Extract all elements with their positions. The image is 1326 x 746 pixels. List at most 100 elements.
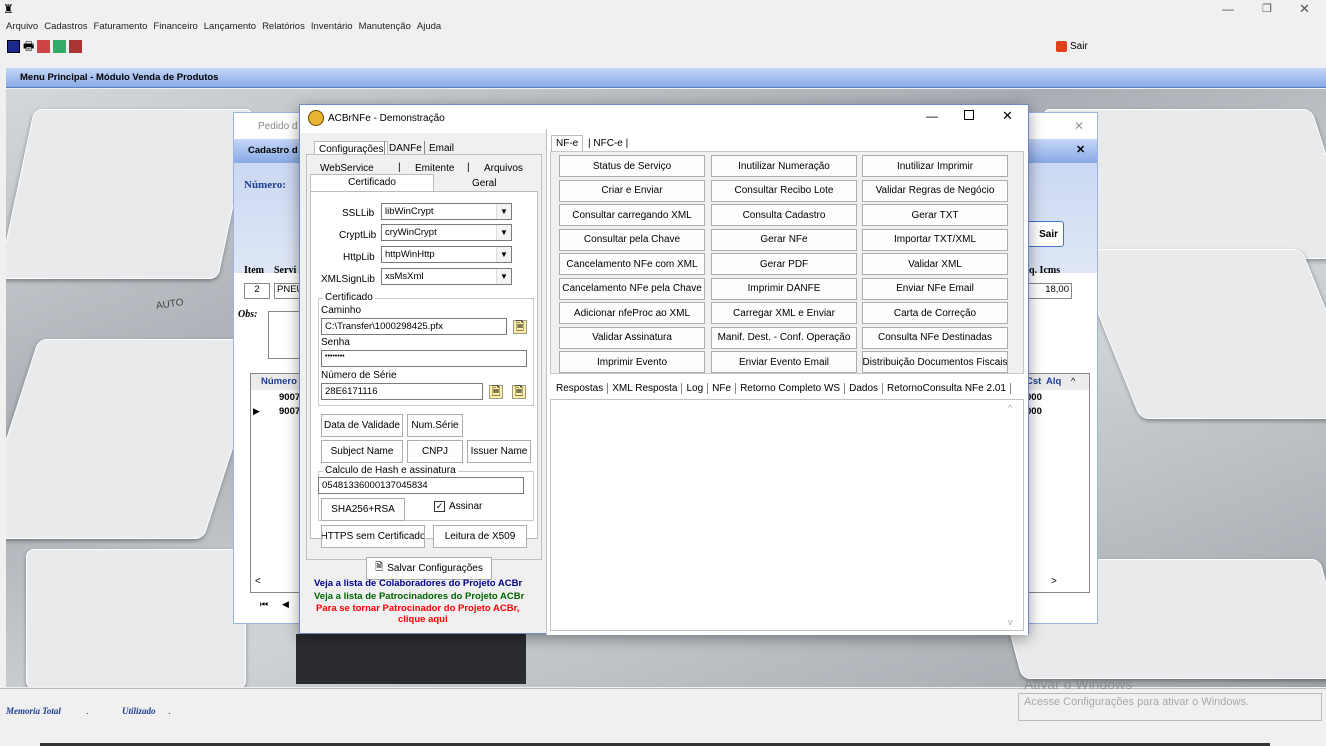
order-grid-row1[interactable]: 9007 — [279, 392, 300, 403]
nfe-action-button-4-1[interactable]: Gerar PDF — [711, 253, 857, 275]
httplib-select[interactable]: httpWinHttp ▼ — [381, 246, 512, 263]
menu-item-3[interactable]: Financeiro — [153, 21, 197, 32]
nfe-action-button-1-2[interactable]: Validar Regras de Negócio — [862, 179, 1008, 202]
nfe-action-button-1-0[interactable]: Criar e Enviar — [559, 179, 705, 202]
menu-item-7[interactable]: Manutenção — [359, 21, 411, 32]
nfe-action-button-0-1[interactable]: Inutilizar Numeração — [711, 155, 857, 177]
response-scroll-down-icon[interactable]: v — [1008, 617, 1013, 627]
response-tab-4[interactable]: Retorno Completo WS — [736, 383, 846, 394]
select-certificate-icon[interactable]: 🗎 — [489, 385, 503, 399]
menu-item-1[interactable]: Cadastros — [44, 21, 87, 32]
response-tab-3[interactable]: NFe — [708, 383, 737, 394]
nfe-action-button-7-1[interactable]: Manif. Dest. - Conf. Operação — [711, 326, 857, 349]
nfe-action-button-8-2[interactable]: Distribuição Documentos Fiscais — [862, 351, 1008, 373]
leitura-x509-button[interactable]: Leitura de X509 — [433, 525, 527, 548]
nfe-action-button-7-2[interactable]: Consulta NFe Destinadas — [862, 326, 1008, 349]
browse-file-icon[interactable]: 🗎 — [513, 320, 527, 334]
tab-arquivos[interactable]: Arquivos — [484, 163, 523, 174]
order-sair-button[interactable]: Sair — [1024, 221, 1064, 247]
print-icon[interactable]: 🖶 — [23, 40, 34, 53]
nfe-action-button-6-2[interactable]: Carta de Correção — [862, 302, 1008, 324]
cnpj-button[interactable]: CNPJ — [407, 440, 463, 463]
nfe-action-button-2-0[interactable]: Consultar carregando XML — [559, 204, 705, 226]
dialog-minimize-icon[interactable]: — — [926, 109, 938, 123]
salvar-configuracoes-button[interactable]: 🗎 Salvar Configurações — [366, 557, 492, 580]
exit-button[interactable]: Sair — [1056, 41, 1088, 52]
ssllib-select[interactable]: libWinCrypt ▼ — [381, 203, 512, 220]
subject-name-button[interactable]: Subject Name — [321, 440, 403, 463]
caminho-field[interactable]: C:\Transfer\1000298425.pfx — [321, 318, 507, 335]
nfe-action-button-2-1[interactable]: Consulta Cadastro — [711, 204, 857, 226]
response-textarea[interactable] — [550, 399, 1024, 631]
numero-serie-field[interactable]: 28E6171116 — [321, 383, 483, 400]
tab-nfce[interactable]: | NFC-e | — [588, 138, 628, 149]
scroll-right-icon[interactable]: > — [1051, 576, 1057, 587]
order-icms-value[interactable]: 18,00 — [1024, 283, 1072, 299]
response-tab-2[interactable]: Log — [682, 383, 709, 394]
nfe-action-button-0-2[interactable]: Inutilizar Imprimir — [862, 155, 1008, 177]
nav-prev-icon[interactable]: ◀ — [282, 599, 289, 610]
response-tab-0[interactable]: Respostas — [552, 383, 609, 394]
nfe-action-button-5-2[interactable]: Enviar NFe Email — [862, 277, 1008, 300]
order-form-close-icon[interactable]: ✕ — [1074, 119, 1084, 133]
nav-first-icon[interactable]: ⏮ — [260, 599, 268, 610]
nfe-action-button-1-1[interactable]: Consultar Recibo Lote — [711, 179, 857, 202]
response-tab-5[interactable]: Dados — [845, 383, 884, 394]
link-tornar-patrocinador[interactable]: Para se tornar Patrocinador do Projeto A… — [316, 603, 519, 614]
tab-webservice[interactable]: WebService — [320, 163, 374, 174]
nfe-action-button-4-2[interactable]: Validar XML — [862, 253, 1008, 275]
response-scroll-up-icon[interactable]: ^ — [1008, 403, 1012, 413]
nfe-action-button-5-0[interactable]: Cancelamento NFe pela Chave — [559, 277, 705, 300]
certificate-info-icon[interactable]: 🗎 — [512, 385, 526, 399]
nfe-action-button-2-2[interactable]: Gerar TXT — [862, 204, 1008, 226]
nfe-action-button-4-0[interactable]: Cancelamento NFe com XML — [559, 253, 705, 275]
restore-icon[interactable]: ❐ — [1262, 2, 1272, 15]
sha256-rsa-button[interactable]: SHA256+RSA — [321, 498, 405, 521]
nfe-action-button-0-0[interactable]: Status de Serviço — [559, 155, 705, 177]
dialog-close-icon[interactable]: ✕ — [1002, 108, 1013, 124]
menu-item-6[interactable]: Inventário — [311, 21, 353, 32]
tab-nfe[interactable]: NF-e — [551, 135, 584, 151]
cryptlib-select[interactable]: cryWinCrypt ▼ — [381, 224, 512, 241]
menu-item-4[interactable]: Lançamento — [204, 21, 256, 32]
hash-field[interactable]: 05481336000137045834 — [318, 477, 524, 494]
order-inner-close-icon[interactable]: ✕ — [1076, 143, 1085, 156]
order-grid-row2[interactable]: 9007 — [279, 406, 300, 417]
nfe-action-button-8-0[interactable]: Imprimir Evento — [559, 351, 705, 373]
nfe-action-button-7-0[interactable]: Validar Assinatura — [559, 326, 705, 349]
response-tab-1[interactable]: XML Resposta — [608, 383, 683, 394]
dialog-maximize-icon[interactable] — [964, 110, 974, 120]
data-validade-button[interactable]: Data de Validade — [321, 414, 403, 437]
nfe-action-button-6-1[interactable]: Carregar XML e Enviar — [711, 302, 857, 324]
issuer-name-button[interactable]: Issuer Name — [467, 440, 531, 463]
nfe-action-button-3-2[interactable]: Importar TXT/XML — [862, 228, 1008, 251]
response-tab-6[interactable]: RetornoConsulta NFe 2.01 — [883, 383, 1011, 394]
nfe-action-button-3-1[interactable]: Gerar NFe — [711, 228, 857, 251]
save-icon[interactable] — [7, 40, 20, 53]
tab-geral[interactable]: Geral — [472, 178, 496, 189]
tab-emitente[interactable]: Emitente — [415, 163, 454, 174]
link-clique-aqui[interactable]: clique aqui — [398, 614, 448, 625]
nfe-action-button-6-0[interactable]: Adicionar nfeProc ao XML — [559, 302, 705, 324]
export-icon[interactable] — [69, 40, 83, 53]
scroll-up-icon[interactable]: ^ — [1071, 376, 1075, 386]
link-patrocinadores[interactable]: Veja a lista de Patrocinadores do Projet… — [314, 591, 524, 602]
link-colaboradores[interactable]: Veja a lista de Colaboradores do Projeto… — [314, 578, 522, 589]
report-icon[interactable] — [53, 40, 67, 53]
order-item-number[interactable]: 2 — [244, 283, 270, 299]
assinar-checkbox[interactable]: ✓ Assinar — [434, 501, 482, 512]
num-serie-button[interactable]: Num.Série — [407, 414, 463, 437]
minimize-icon[interactable]: — — [1222, 2, 1234, 16]
tab-certificado[interactable]: Certificado — [310, 174, 434, 192]
senha-field[interactable]: •••••••• — [321, 350, 527, 367]
menu-item-5[interactable]: Relatórios — [262, 21, 305, 32]
nfe-action-button-3-0[interactable]: Consultar pela Chave — [559, 228, 705, 251]
scroll-left-icon[interactable]: < — [255, 576, 261, 587]
tools-icon[interactable] — [37, 40, 51, 53]
nfe-action-button-8-1[interactable]: Enviar Evento Email — [711, 351, 857, 373]
menu-item-2[interactable]: Faturamento — [94, 21, 148, 32]
xmlsignlib-select[interactable]: xsMsXml ▼ — [381, 268, 512, 285]
nfe-action-button-5-1[interactable]: Imprimir DANFE — [711, 277, 857, 300]
menu-item-0[interactable]: Arquivo — [6, 21, 38, 32]
close-icon[interactable]: ✕ — [1299, 1, 1310, 17]
